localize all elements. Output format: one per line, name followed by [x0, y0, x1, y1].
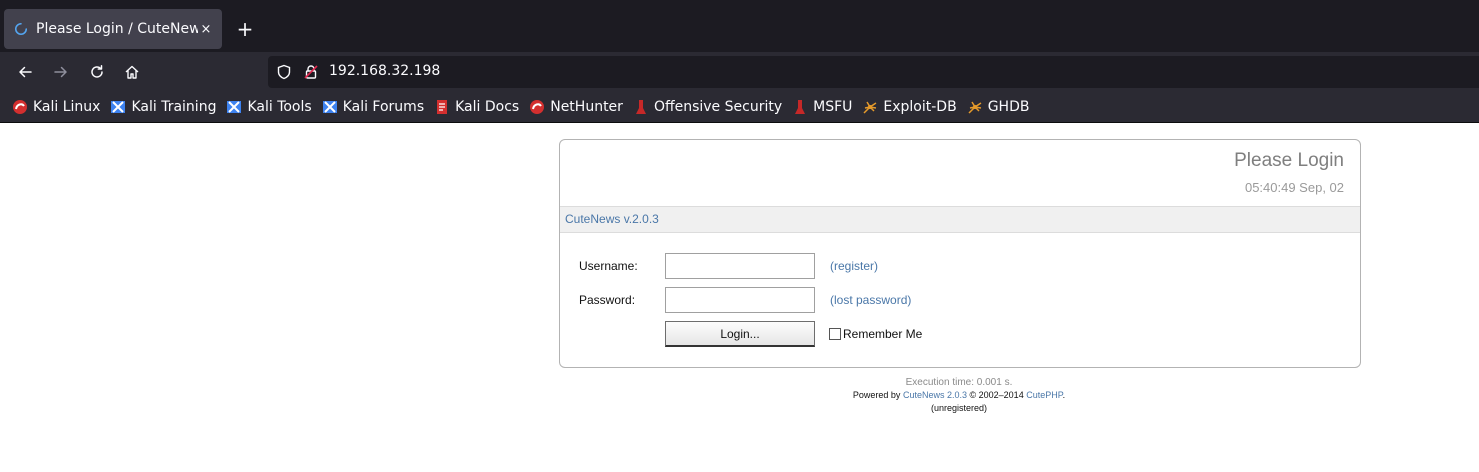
toolbar-divider: [0, 122, 1479, 123]
register-link[interactable]: (register): [830, 259, 878, 273]
version-bar: CuteNews v.2.0.3: [560, 206, 1360, 233]
bookmark-offensive-security[interactable]: Offensive Security: [633, 99, 782, 115]
address-bar[interactable]: 192.168.32.198: [268, 56, 1479, 88]
remember-me-checkbox[interactable]: [829, 328, 841, 340]
navigation-toolbar: 192.168.32.198: [0, 52, 1479, 92]
bookmark-exploit-db[interactable]: Exploit-DB: [862, 99, 957, 115]
bookmark-label: Exploit-DB: [883, 99, 957, 115]
bookmark-kali-docs[interactable]: Kali Docs: [434, 99, 519, 115]
powered-by-text: Powered by: [852, 390, 901, 400]
bookmark-kali-tools[interactable]: Kali Tools: [226, 99, 312, 115]
bookmark-nethunter[interactable]: NetHunter: [529, 99, 623, 115]
powered-by-line: Powered by CuteNews 2.0.3 © 2002–2014 Cu…: [559, 389, 1359, 402]
msfu-icon: [795, 100, 806, 114]
kali-docs-icon: [437, 100, 448, 114]
reload-button[interactable]: [85, 60, 109, 84]
ghdb-icon: [968, 101, 982, 114]
bookmark-label: Kali Linux: [33, 99, 101, 115]
back-button[interactable]: [13, 60, 37, 84]
bookmark-label: Kali Training: [131, 99, 217, 115]
bookmark-label: MSFU: [813, 99, 853, 115]
lost-password-link[interactable]: (lost password): [830, 293, 911, 307]
tracking-protection-shield-icon[interactable]: [276, 64, 292, 80]
kali-forums-icon: [322, 101, 337, 113]
bookmark-label: GHDB: [987, 99, 1030, 115]
tab-close-icon[interactable]: ×: [198, 22, 214, 37]
home-icon: [125, 65, 139, 79]
bookmark-ghdb[interactable]: GHDB: [967, 99, 1030, 115]
bookmarks-toolbar: Kali Linux Kali Training Kali Tools Kali…: [0, 92, 1479, 122]
home-button[interactable]: [120, 60, 144, 84]
kali-dragon-icon: [13, 100, 27, 114]
bookmark-label: Offensive Security: [653, 99, 783, 115]
version-label: CuteNews v.2.0.3: [565, 212, 659, 226]
kali-tools-icon: [227, 101, 242, 113]
license-status: (unregistered): [930, 403, 988, 413]
nethunter-icon: [530, 100, 545, 114]
username-label: Username:: [579, 259, 638, 273]
remember-me-option[interactable]: Remember Me: [829, 327, 922, 341]
url-text: 192.168.32.198: [329, 63, 441, 79]
insecure-lock-icon[interactable]: [303, 64, 319, 80]
exploit-db-icon: [863, 101, 877, 114]
bookmark-label: Kali Tools: [247, 99, 312, 115]
bookmark-kali-training[interactable]: Kali Training: [110, 99, 216, 115]
username-input[interactable]: [665, 253, 815, 279]
server-time: 05:40:49 Sep, 02: [1244, 180, 1344, 195]
execution-time: Execution time: 0.001 s.: [905, 377, 1013, 388]
cutenews-link[interactable]: CuteNews 2.0.3: [903, 390, 967, 400]
password-label: Password:: [579, 293, 636, 307]
remember-me-label: Remember Me: [843, 327, 923, 341]
page-footer: Execution time: 0.001 s. Powered by Cute…: [559, 376, 1359, 415]
bookmark-kali-linux[interactable]: Kali Linux: [12, 99, 100, 115]
back-arrow-icon: [19, 66, 32, 78]
reload-icon: [91, 65, 103, 78]
browser-tab[interactable]: Please Login / CuteNews ×: [4, 9, 222, 49]
forward-arrow-icon: [54, 66, 67, 78]
bookmark-label: Kali Forums: [342, 99, 425, 115]
bookmark-label: NetHunter: [550, 99, 623, 115]
page-title: Please Login: [1234, 150, 1344, 171]
bookmark-kali-forums[interactable]: Kali Forums: [322, 99, 424, 115]
password-input[interactable]: [665, 287, 815, 313]
copyright-text: © 2002–2014: [969, 390, 1024, 400]
kali-training-icon: [111, 101, 126, 113]
login-button[interactable]: Login...: [665, 321, 815, 347]
login-panel: Please Login 05:40:49 Sep, 02 CuteNews v…: [559, 139, 1361, 368]
offsec-icon: [635, 100, 646, 114]
bookmark-msfu[interactable]: MSFU: [792, 99, 852, 115]
tab-title: Please Login / CuteNews: [36, 21, 198, 37]
tab-bar: Please Login / CuteNews × +: [0, 0, 1479, 52]
forward-button[interactable]: [49, 60, 73, 84]
bookmark-label: Kali Docs: [455, 99, 520, 115]
loading-spinner-icon: [15, 22, 28, 35]
cutephp-link[interactable]: CutePHP: [1026, 390, 1062, 400]
period-text: .: [1062, 390, 1066, 400]
new-tab-button[interactable]: +: [235, 19, 255, 39]
